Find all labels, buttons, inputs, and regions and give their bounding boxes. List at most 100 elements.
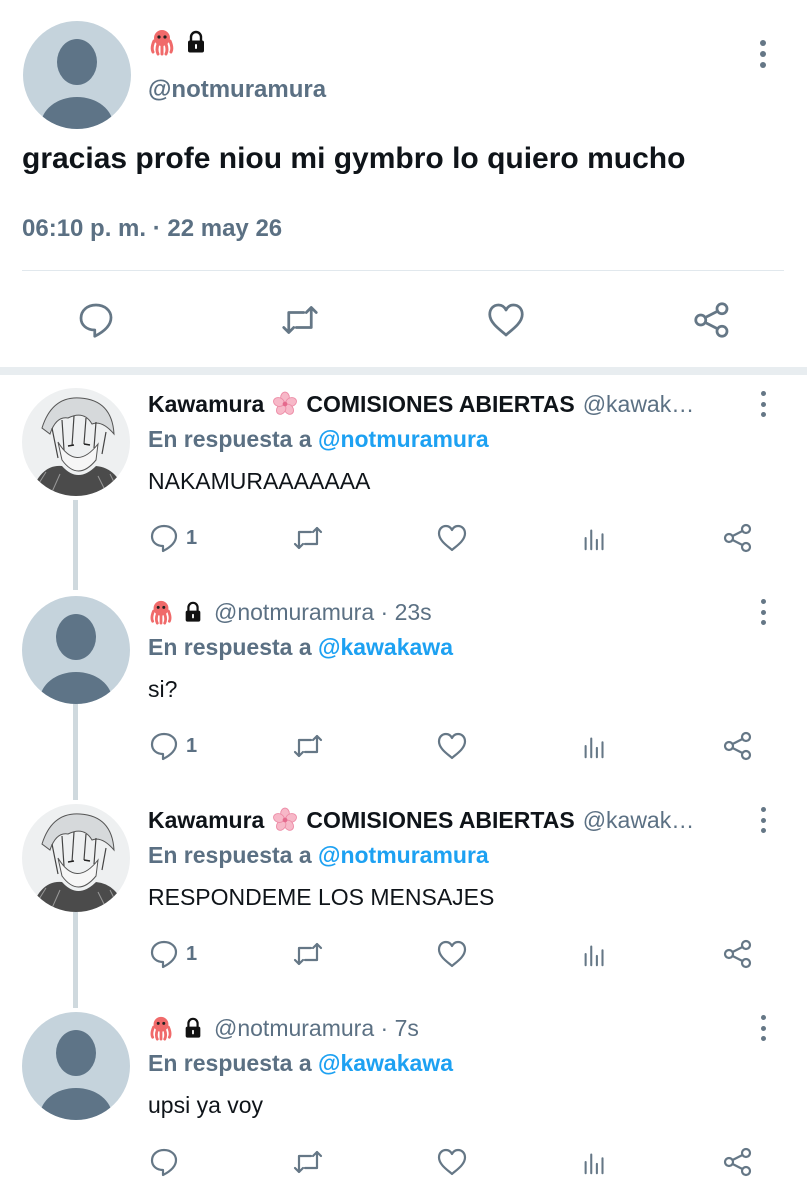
- more-options-button[interactable]: [750, 1015, 776, 1041]
- in-reply-label: En respuesta a: [148, 426, 312, 452]
- retweet-button[interactable]: [292, 1144, 324, 1180]
- in-reply-label: En respuesta a: [148, 1050, 312, 1076]
- analytics-icon: [580, 731, 610, 761]
- like-button[interactable]: [436, 1144, 468, 1180]
- in-reply-to: En respuesta a @notmuramura: [148, 426, 489, 453]
- mention-link[interactable]: @notmuramura: [318, 842, 489, 868]
- retweet-icon: [292, 522, 324, 554]
- more-dot: [760, 62, 766, 68]
- more-dot: [760, 1036, 766, 1041]
- mention-link[interactable]: @kawakawa: [318, 1050, 453, 1076]
- octopus-icon: [148, 28, 176, 56]
- user-handle-time[interactable]: @notmuramura · 23s: [214, 599, 432, 626]
- retweet-icon: [292, 1146, 324, 1178]
- reply-button[interactable]: 1: [148, 520, 197, 556]
- share-icon: [722, 1146, 754, 1178]
- like-button[interactable]: [436, 936, 468, 972]
- user-handle-time[interactable]: @notmuramura · 7s: [214, 1015, 419, 1042]
- lock-icon: [182, 1017, 204, 1039]
- more-dot: [760, 609, 766, 615]
- in-reply-label: En respuesta a: [148, 634, 312, 660]
- like-icon: [436, 730, 468, 762]
- retweet-icon: [292, 730, 324, 762]
- tweet-actions: [0, 298, 807, 342]
- share-icon: [722, 522, 754, 554]
- default-avatar[interactable]: [22, 596, 130, 704]
- retweet-button[interactable]: [292, 936, 324, 972]
- tweet-actions: [0, 1144, 807, 1180]
- like-button[interactable]: [436, 728, 468, 764]
- reply-icon: [148, 730, 180, 762]
- reply-header: Kawamura COMISIONES ABIERTAS @kawak…: [148, 804, 748, 836]
- mention-link[interactable]: @notmuramura: [318, 426, 489, 452]
- reply-header: Kawamura COMISIONES ABIERTAS @kawak…: [148, 388, 748, 420]
- share-button[interactable]: [722, 728, 754, 764]
- default-avatar[interactable]: [22, 1012, 130, 1120]
- analytics-button[interactable]: [580, 520, 610, 556]
- more-dot: [760, 817, 766, 823]
- more-options-button[interactable]: [750, 391, 776, 417]
- tweet-timestamp[interactable]: 06:10 p. m. · 22 may 26: [22, 215, 282, 243]
- display-name[interactable]: [148, 599, 204, 625]
- avatar[interactable]: [22, 804, 130, 912]
- share-button[interactable]: [722, 1144, 754, 1180]
- tweet-text: gracias profe niou mi gymbro lo quiero m…: [22, 142, 686, 175]
- user-handle[interactable]: @notmuramura: [148, 76, 326, 104]
- retweet-icon: [292, 938, 324, 970]
- reply-button[interactable]: 1: [148, 936, 197, 972]
- more-dot: [760, 620, 766, 625]
- more-dot: [760, 401, 766, 407]
- like-icon: [436, 1146, 468, 1178]
- display-name-suffix[interactable]: COMISIONES ABIERTAS: [306, 391, 574, 418]
- reply-button[interactable]: [148, 1144, 186, 1180]
- share-button[interactable]: [722, 936, 754, 972]
- tweet-text: RESPONDEME LOS MENSAJES: [148, 884, 495, 910]
- user-handle[interactable]: @kawak…: [583, 807, 695, 834]
- analytics-icon: [580, 939, 610, 969]
- default-avatar[interactable]: [23, 21, 131, 129]
- display-name-suffix[interactable]: COMISIONES ABIERTAS: [306, 807, 574, 834]
- like-icon: [436, 522, 468, 554]
- retweet-button[interactable]: [278, 298, 322, 342]
- lock-icon: [184, 30, 208, 54]
- share-icon: [722, 938, 754, 970]
- display-name[interactable]: Kawamura: [148, 391, 264, 418]
- reply-count: 1: [186, 526, 198, 549]
- display-name[interactable]: [148, 1015, 204, 1041]
- tweet-text: NAKAMURAAAAAAA: [148, 468, 371, 494]
- like-button[interactable]: [484, 298, 528, 342]
- share-button[interactable]: [722, 520, 754, 556]
- share-button[interactable]: [690, 298, 734, 342]
- more-dot: [760, 391, 766, 396]
- reply-icon: [148, 1146, 180, 1178]
- reply-icon: [76, 300, 116, 340]
- avatar[interactable]: [22, 388, 130, 496]
- lock-icon: [182, 601, 204, 623]
- tweet-text: si?: [148, 676, 178, 702]
- analytics-button[interactable]: [580, 1144, 610, 1180]
- reply-header: @notmuramura · 23s: [148, 596, 748, 628]
- display-name[interactable]: [148, 29, 208, 55]
- more-dot: [760, 40, 766, 46]
- more-dot: [760, 807, 766, 812]
- retweet-button[interactable]: [292, 728, 324, 764]
- reply-button[interactable]: [74, 298, 118, 342]
- user-handle[interactable]: @kawak…: [583, 391, 695, 418]
- more-dot: [760, 1015, 766, 1020]
- reply-button[interactable]: 1: [148, 728, 197, 764]
- tweet-actions: 1: [0, 728, 807, 764]
- octopus-icon: [148, 1015, 174, 1041]
- analytics-button[interactable]: [580, 936, 610, 972]
- reply-icon: [148, 522, 180, 554]
- more-dot: [760, 1025, 766, 1031]
- analytics-button[interactable]: [580, 728, 610, 764]
- more-options-button[interactable]: [750, 599, 776, 625]
- display-name[interactable]: Kawamura: [148, 807, 264, 834]
- retweet-button[interactable]: [292, 520, 324, 556]
- share-icon: [692, 300, 732, 340]
- more-options-button[interactable]: [750, 40, 776, 68]
- tweet-actions: 1: [0, 936, 807, 972]
- more-options-button[interactable]: [750, 807, 776, 833]
- mention-link[interactable]: @kawakawa: [318, 634, 453, 660]
- like-button[interactable]: [436, 520, 468, 556]
